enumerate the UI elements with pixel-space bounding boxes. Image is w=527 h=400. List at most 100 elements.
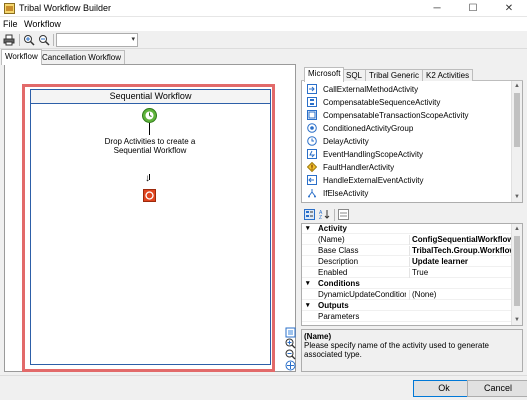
property-row-dynamic-update-condition[interactable]: DynamicUpdateCondition (None) bbox=[302, 290, 512, 300]
close-button[interactable]: ✕ bbox=[491, 0, 527, 17]
property-name: Description bbox=[318, 257, 359, 266]
connector-line bbox=[149, 123, 150, 135]
property-value[interactable]: TribalTech.Group.Workflow bbox=[409, 246, 512, 256]
menu-bar: File Workflow bbox=[0, 17, 527, 31]
fit-view-icon[interactable] bbox=[285, 327, 296, 338]
workflow-designer[interactable]: Sequential Workflow Drop Activities to c… bbox=[4, 64, 296, 372]
property-value[interactable]: ConfigSequentialWorkflow bbox=[409, 235, 512, 245]
category-label: Activity bbox=[318, 224, 347, 233]
collapse-icon[interactable]: ▾ bbox=[306, 279, 310, 289]
scroll-down-icon[interactable]: ▼ bbox=[512, 192, 522, 202]
tab-k2-activities[interactable]: K2 Activities bbox=[422, 69, 474, 81]
event-handling-scope-icon bbox=[307, 149, 317, 159]
pan-icon[interactable] bbox=[285, 360, 296, 371]
ok-button[interactable]: Ok bbox=[413, 380, 475, 397]
menu-file[interactable]: File bbox=[3, 19, 18, 29]
toolbox-item[interactable]: IfElseActivity bbox=[305, 187, 505, 200]
property-description: (Name) Please specify name of the activi… bbox=[301, 329, 523, 372]
chevron-down-icon: ▾ bbox=[131, 36, 135, 43]
tab-cancellation-workflow[interactable]: Cancellation Workflow bbox=[38, 50, 125, 64]
sequential-workflow-panel[interactable]: Sequential Workflow Drop Activities to c… bbox=[30, 89, 271, 365]
toolbox-item-label: CallExternalMethodActivity bbox=[323, 85, 419, 94]
scroll-up-icon[interactable]: ▲ bbox=[512, 81, 522, 91]
compensatable-sequence-icon bbox=[307, 97, 317, 107]
property-row-name[interactable]: (Name) ConfigSequentialWorkflow bbox=[302, 235, 512, 245]
title-bar: Tribal Workflow Builder ─ ☐ ✕ bbox=[0, 0, 527, 17]
property-value[interactable]: (None) bbox=[409, 290, 512, 300]
zoom-out-icon[interactable] bbox=[285, 349, 296, 360]
toolbox-item[interactable]: ConditionedActivityGroup bbox=[305, 122, 505, 135]
category-label: Outputs bbox=[318, 301, 349, 310]
toolbox-item[interactable]: FaultHandlerActivity bbox=[305, 161, 505, 174]
menu-workflow[interactable]: Workflow bbox=[24, 19, 61, 29]
fault-handler-icon bbox=[307, 162, 317, 172]
property-category-outputs[interactable]: ▾ Outputs bbox=[302, 301, 512, 311]
toolbar-separator bbox=[334, 209, 335, 221]
toolbox-tabs: Microsoft SQL Tribal Generic K2 Activiti… bbox=[301, 67, 523, 82]
property-category-activity[interactable]: ▾ Activity bbox=[302, 224, 512, 234]
property-row-parameters[interactable]: Parameters bbox=[302, 312, 512, 322]
property-name: (Name) bbox=[318, 235, 345, 244]
property-name: Base Class bbox=[318, 246, 359, 255]
property-row-description[interactable]: Description Update learner bbox=[302, 257, 512, 267]
toolbox-scrollbar[interactable]: ▲ ▼ bbox=[511, 81, 522, 202]
handle-external-event-icon bbox=[307, 175, 317, 185]
zoom-out-icon[interactable] bbox=[38, 34, 50, 46]
property-pages-icon[interactable] bbox=[338, 209, 349, 220]
toolbox-item[interactable]: HandleExternalEventActivity bbox=[305, 174, 505, 187]
collapse-icon[interactable]: ▾ bbox=[306, 301, 310, 311]
call-external-method-icon bbox=[307, 84, 317, 94]
cancel-button[interactable]: Cancel bbox=[467, 380, 527, 397]
toolbox-item[interactable]: CompensatableSequenceActivity bbox=[305, 96, 505, 109]
tab-sql[interactable]: SQL bbox=[342, 69, 367, 81]
tab-microsoft[interactable]: Microsoft bbox=[304, 67, 345, 82]
app-icon bbox=[4, 3, 15, 14]
property-name: Enabled bbox=[318, 268, 348, 277]
minimize-button[interactable]: ─ bbox=[419, 0, 455, 17]
designer-nav-icons bbox=[285, 327, 297, 371]
zoom-in-icon[interactable] bbox=[23, 34, 35, 46]
property-row-enabled[interactable]: Enabled True bbox=[302, 268, 512, 278]
scroll-up-icon[interactable]: ▲ bbox=[512, 224, 522, 234]
toolbar-separator bbox=[19, 34, 20, 46]
description-title: (Name) bbox=[304, 332, 332, 341]
properties-toolbar: AZ bbox=[301, 206, 523, 222]
scroll-down-icon[interactable]: ▼ bbox=[512, 315, 522, 325]
toolbox-list[interactable]: CallExternalMethodActivity Compensatable… bbox=[301, 81, 523, 203]
tab-workflow[interactable]: Workflow bbox=[1, 49, 42, 65]
sort-alphabetical-icon[interactable]: AZ bbox=[319, 209, 330, 220]
svg-text:Z: Z bbox=[319, 215, 322, 220]
property-category-conditions[interactable]: ▾ Conditions bbox=[302, 279, 512, 289]
zoom-dropdown[interactable]: ▾ bbox=[56, 33, 138, 47]
toolbox-item-label: ConditionedActivityGroup bbox=[323, 124, 414, 133]
print-icon[interactable] bbox=[3, 34, 15, 46]
arrow-down-icon: ↓ bbox=[145, 173, 150, 184]
tab-tribal-generic[interactable]: Tribal Generic bbox=[365, 69, 423, 81]
property-name: DynamicUpdateCondition bbox=[318, 290, 406, 299]
toolbox-item[interactable]: EventHandlingScopeActivity bbox=[305, 148, 505, 161]
toolbox-item[interactable]: CallExternalMethodActivity bbox=[305, 83, 505, 96]
if-else-icon bbox=[308, 189, 316, 198]
description-text: Please specify name of the activity used… bbox=[304, 341, 489, 359]
toolbar: ▾ bbox=[0, 31, 527, 49]
toolbox-item-label: HandleExternalEventActivity bbox=[323, 176, 424, 185]
maximize-button[interactable]: ☐ bbox=[455, 0, 491, 17]
toolbox-item-label: DelayActivity bbox=[323, 137, 369, 146]
property-value[interactable]: True bbox=[409, 268, 512, 278]
drop-activities-text: Drop Activities to create a Sequential W… bbox=[104, 137, 196, 155]
properties-grid[interactable]: ▾ Activity (Name) ConfigSequentialWorkfl… bbox=[301, 223, 523, 326]
properties-scrollbar[interactable]: ▲ ▼ bbox=[511, 224, 522, 325]
window-title: Tribal Workflow Builder bbox=[19, 3, 112, 13]
toolbox-item-label: EventHandlingScopeActivity bbox=[323, 150, 424, 159]
zoom-in-icon[interactable] bbox=[285, 338, 296, 349]
categorized-icon[interactable] bbox=[304, 209, 315, 220]
scrollbar-thumb[interactable] bbox=[514, 236, 520, 306]
workflow-end-icon bbox=[143, 189, 156, 202]
toolbox-item[interactable]: CompensatableTransactionScopeActivity bbox=[305, 109, 505, 122]
property-value[interactable]: Update learner bbox=[409, 257, 512, 267]
scrollbar-thumb[interactable] bbox=[514, 93, 520, 147]
collapse-icon[interactable]: ▾ bbox=[306, 224, 310, 234]
toolbox-item-label: CompensatableTransactionScopeActivity bbox=[323, 111, 469, 120]
toolbox-item[interactable]: DelayActivity bbox=[305, 135, 505, 148]
property-row-base-class[interactable]: Base Class TribalTech.Group.Workflow bbox=[302, 246, 512, 256]
